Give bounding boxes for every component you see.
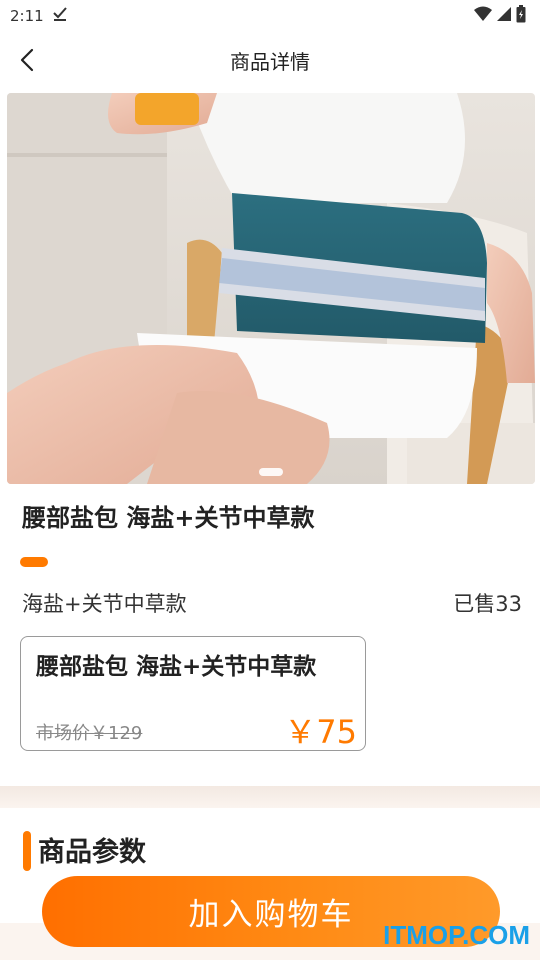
carousel-indicator [259,468,283,476]
section-marker [23,831,31,871]
accent-tag [20,557,48,567]
signal-icon [496,6,512,26]
product-spec: 海盐+关节中草款 [22,592,187,616]
status-left: 2:11 [10,6,68,26]
download-done-icon [52,6,68,26]
status-bar: 2:11 [0,0,540,32]
sold-count: 已售33 [453,592,522,616]
product-title: 腰部盐包 海盐+关节中草款 [22,504,315,532]
market-price: 市场价￥129 [36,723,143,744]
status-right [474,5,526,27]
chevron-left-icon [20,48,34,72]
wifi-icon [474,6,492,26]
params-title: 商品参数 [38,837,146,868]
page-title: 商品详情 [230,49,310,74]
sku-name: 腰部盐包 海盐+关节中草款 [36,654,317,680]
nav-bar: 商品详情 [0,36,540,84]
section-divider [0,786,540,808]
sku-card[interactable]: 腰部盐包 海盐+关节中草款 市场价￥129 ￥75 [20,636,366,751]
sale-price: ￥75 [284,713,357,751]
battery-icon [516,5,526,27]
status-time: 2:11 [10,7,44,25]
watermark: ITMOP.COM [383,920,530,950]
back-button[interactable] [14,46,42,74]
product-image[interactable] [7,93,535,484]
